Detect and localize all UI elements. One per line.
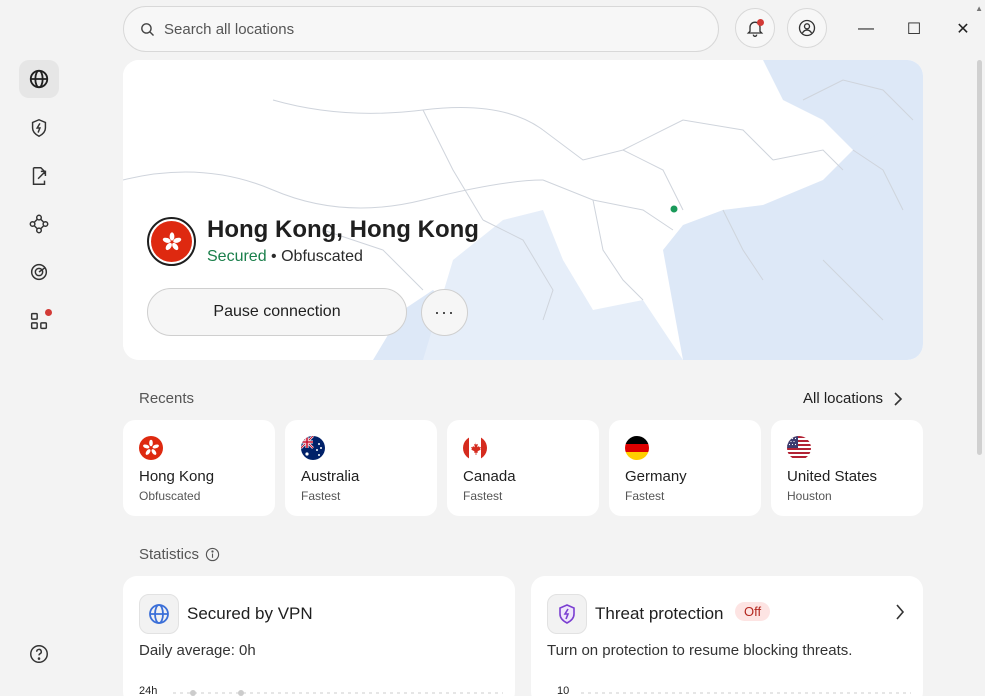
close-button[interactable]: ✕ bbox=[948, 14, 978, 44]
minimize-icon: — bbox=[858, 20, 874, 37]
close-icon: ✕ bbox=[956, 21, 970, 38]
recent-location-sub: Fastest bbox=[463, 489, 503, 503]
shield-bolt-icon bbox=[559, 604, 575, 624]
navigation-rail bbox=[0, 0, 78, 696]
notification-dot bbox=[45, 309, 52, 316]
search-bar[interactable] bbox=[123, 6, 719, 52]
recent-location-name: Canada bbox=[463, 468, 516, 485]
recent-location-card[interactable]: Canada Fastest bbox=[447, 420, 599, 516]
mesh-nodes-icon bbox=[29, 214, 49, 234]
file-export-icon bbox=[32, 167, 47, 185]
recent-location-card[interactable]: United States Houston bbox=[771, 420, 923, 516]
scrollbar-thumb[interactable] bbox=[977, 60, 982, 455]
apps-nav-button[interactable] bbox=[19, 302, 59, 340]
de-flag-icon bbox=[625, 436, 649, 460]
search-input[interactable] bbox=[164, 20, 684, 38]
more-options-button[interactable]: ··· bbox=[421, 289, 468, 336]
stat-icon-container bbox=[139, 594, 179, 634]
recent-location-card[interactable]: Germany Fastest bbox=[609, 420, 761, 516]
recent-location-name: United States bbox=[787, 468, 878, 485]
notifications-button[interactable] bbox=[735, 8, 775, 48]
vpn-chart-axis-top: 24h bbox=[139, 685, 158, 696]
vpn-stats-title: Secured by VPN bbox=[187, 604, 313, 623]
threat-protection-description: Turn on protection to resume blocking th… bbox=[547, 642, 853, 659]
stat-icon-container bbox=[547, 594, 587, 634]
threat-protection-card[interactable]: Threat protection Off Turn on protection… bbox=[531, 576, 923, 696]
search-icon bbox=[141, 22, 155, 36]
shield-bolt-icon bbox=[31, 118, 47, 138]
maximize-icon: ☐ bbox=[906, 21, 922, 38]
ellipsis-icon: ··· bbox=[434, 302, 455, 322]
notification-dot bbox=[757, 19, 764, 26]
vpn-chart-gridline bbox=[173, 690, 503, 696]
account-button[interactable] bbox=[787, 8, 827, 48]
recent-location-sub: Obfuscated bbox=[139, 489, 201, 503]
all-locations-link[interactable]: All locations bbox=[803, 390, 903, 407]
chevron-right-icon[interactable] bbox=[895, 604, 905, 620]
radar-icon bbox=[30, 263, 48, 281]
vpn-stats-card[interactable]: Secured by VPN Daily average: 0h 24h bbox=[123, 576, 515, 696]
recent-location-name: Australia bbox=[301, 468, 360, 485]
hk-flag-icon bbox=[139, 436, 163, 460]
pause-connection-button[interactable]: Pause connection bbox=[147, 288, 407, 336]
dark-web-monitor-nav-button[interactable] bbox=[19, 253, 59, 291]
meshnet-nav-button[interactable] bbox=[19, 205, 59, 243]
recent-location-name: Hong Kong bbox=[139, 468, 215, 485]
recent-location-sub: Fastest bbox=[301, 489, 341, 503]
chevron-right-icon bbox=[894, 391, 903, 406]
recent-location-card[interactable]: Hong Kong Obfuscated bbox=[123, 420, 275, 516]
recent-location-sub: Houston bbox=[787, 489, 832, 503]
info-icon[interactable] bbox=[205, 547, 220, 562]
statistics-label: Statistics bbox=[139, 546, 200, 563]
split-tunneling-nav-button[interactable] bbox=[19, 157, 59, 195]
help-icon bbox=[30, 645, 48, 663]
location-marker bbox=[670, 205, 678, 213]
threat-chart-gridline bbox=[581, 692, 911, 694]
globe-icon bbox=[29, 69, 49, 89]
statistics-heading: Statistics bbox=[139, 546, 220, 563]
help-button[interactable] bbox=[19, 635, 59, 673]
obfuscated-status: Obfuscated bbox=[281, 248, 363, 265]
threat-protection-title: Threat protection bbox=[595, 604, 724, 623]
hong-kong-flag-icon bbox=[147, 217, 196, 266]
ca-flag-icon bbox=[463, 436, 487, 460]
recents-heading: Recents bbox=[139, 390, 195, 407]
globe-nav-button[interactable] bbox=[19, 60, 59, 98]
threat-protection-nav-button[interactable] bbox=[19, 109, 59, 147]
connection-map-card: Hong Kong, Hong Kong Secured • Obfuscate… bbox=[123, 60, 923, 360]
recent-location-card[interactable]: Australia Fastest bbox=[285, 420, 437, 516]
scroll-up-arrow[interactable]: ▲ bbox=[975, 4, 983, 13]
recent-location-sub: Fastest bbox=[625, 489, 665, 503]
us-flag-icon bbox=[787, 436, 811, 460]
connected-location-title: Hong Kong, Hong Kong bbox=[207, 216, 479, 243]
secured-status: Secured bbox=[207, 248, 267, 265]
minimize-button[interactable]: — bbox=[851, 14, 881, 44]
globe-icon bbox=[149, 604, 169, 624]
threat-chart-axis-top: 10 bbox=[557, 685, 570, 696]
user-icon bbox=[798, 19, 816, 37]
au-flag-icon bbox=[301, 436, 325, 460]
recent-location-name: Germany bbox=[625, 468, 687, 485]
maximize-button[interactable]: ☐ bbox=[899, 14, 929, 44]
status-separator: • bbox=[266, 248, 282, 265]
connection-status: Secured • Obfuscated bbox=[207, 248, 363, 266]
all-locations-label: All locations bbox=[803, 390, 884, 407]
vpn-daily-average: Daily average: 0h bbox=[139, 642, 256, 659]
status-badge: Off bbox=[735, 602, 771, 621]
